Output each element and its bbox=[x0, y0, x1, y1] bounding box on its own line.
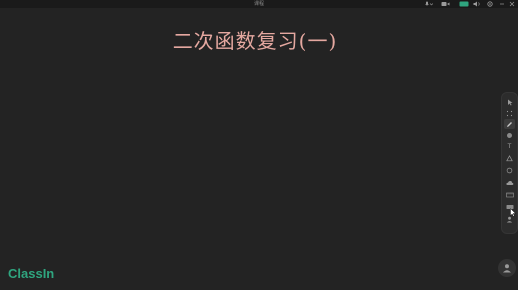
classin-logo: ClassIn bbox=[8, 266, 55, 281]
settings-button[interactable] bbox=[486, 1, 494, 7]
circle-marker-icon bbox=[507, 132, 512, 138]
board-handwritten-title: 二次函数复习(一) bbox=[172, 29, 338, 53]
pen-tool[interactable] bbox=[504, 119, 515, 129]
arrow-pointer-icon bbox=[507, 99, 512, 105]
select-tool[interactable] bbox=[504, 97, 515, 107]
speaker-icon bbox=[473, 1, 480, 7]
camera-button[interactable] bbox=[440, 1, 452, 7]
text-tool[interactable]: T bbox=[504, 142, 515, 152]
close-icon bbox=[509, 1, 515, 7]
minimize-button[interactable] bbox=[498, 1, 506, 7]
gear-icon bbox=[487, 1, 493, 7]
eraser-tool[interactable] bbox=[504, 165, 515, 175]
speaker-button[interactable] bbox=[472, 1, 482, 7]
screen-share-button[interactable] bbox=[458, 1, 470, 7]
cloud-tool[interactable] bbox=[504, 178, 515, 188]
shape-icon bbox=[506, 154, 513, 161]
camera-icon bbox=[441, 2, 450, 6]
shape-tool[interactable] bbox=[504, 153, 515, 163]
mouse-cursor-icon bbox=[510, 208, 516, 217]
minimize-icon bbox=[500, 3, 504, 5]
ruler-icon bbox=[505, 192, 514, 198]
drag-tool[interactable] bbox=[504, 108, 515, 118]
user-icon bbox=[503, 264, 511, 273]
screen-share-icon bbox=[459, 1, 469, 7]
pen-icon bbox=[507, 121, 512, 127]
microphone-button[interactable] bbox=[424, 1, 434, 7]
dots-grid-icon bbox=[506, 110, 513, 116]
user-avatar-button[interactable] bbox=[498, 259, 516, 277]
cloud-icon bbox=[505, 180, 513, 185]
eraser-icon bbox=[506, 167, 513, 173]
ruler-tool[interactable] bbox=[504, 190, 515, 200]
close-button[interactable] bbox=[508, 1, 516, 7]
highlighter-tool[interactable] bbox=[504, 130, 515, 140]
microphone-icon bbox=[425, 1, 433, 6]
